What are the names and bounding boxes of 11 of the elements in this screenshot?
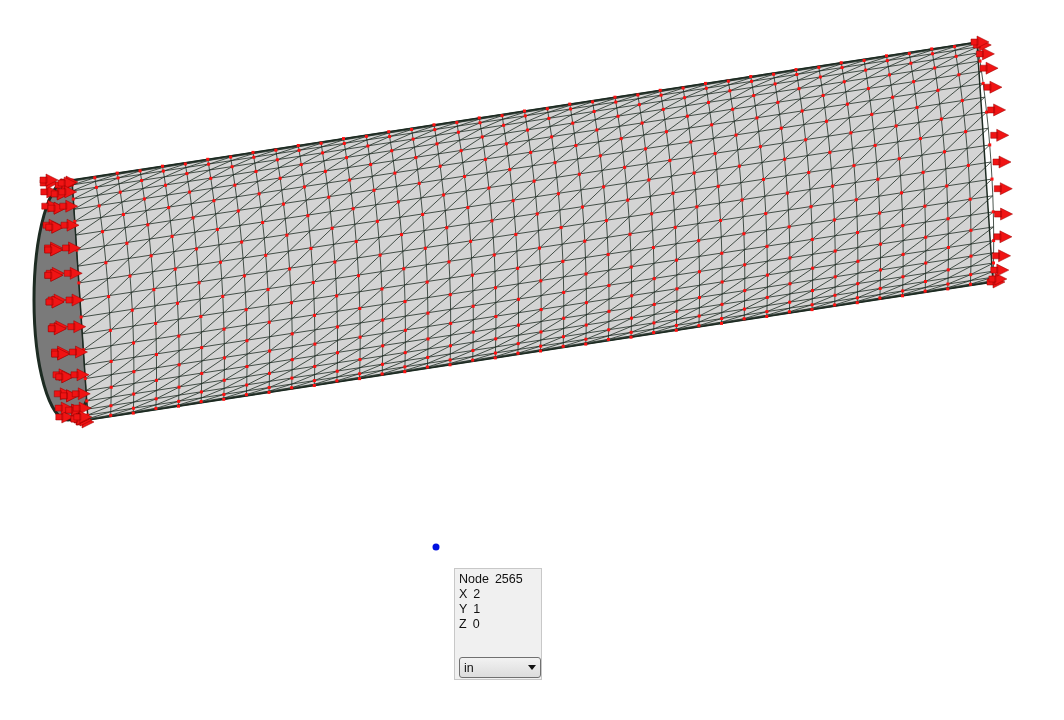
axis-label: X bbox=[459, 587, 468, 602]
coordinate-value: 2 bbox=[473, 587, 481, 602]
node-marker-icon bbox=[432, 543, 440, 551]
node-id: 2565 bbox=[494, 572, 523, 587]
units-dropdown[interactable]: in bbox=[459, 657, 541, 678]
coordinate-value: 1 bbox=[473, 602, 481, 617]
axis-label: Y bbox=[459, 602, 468, 617]
caret-icon bbox=[528, 665, 536, 670]
coordinate-value: 0 bbox=[472, 617, 480, 632]
axis-label: Z bbox=[459, 617, 467, 632]
node-label: Node bbox=[459, 572, 489, 587]
